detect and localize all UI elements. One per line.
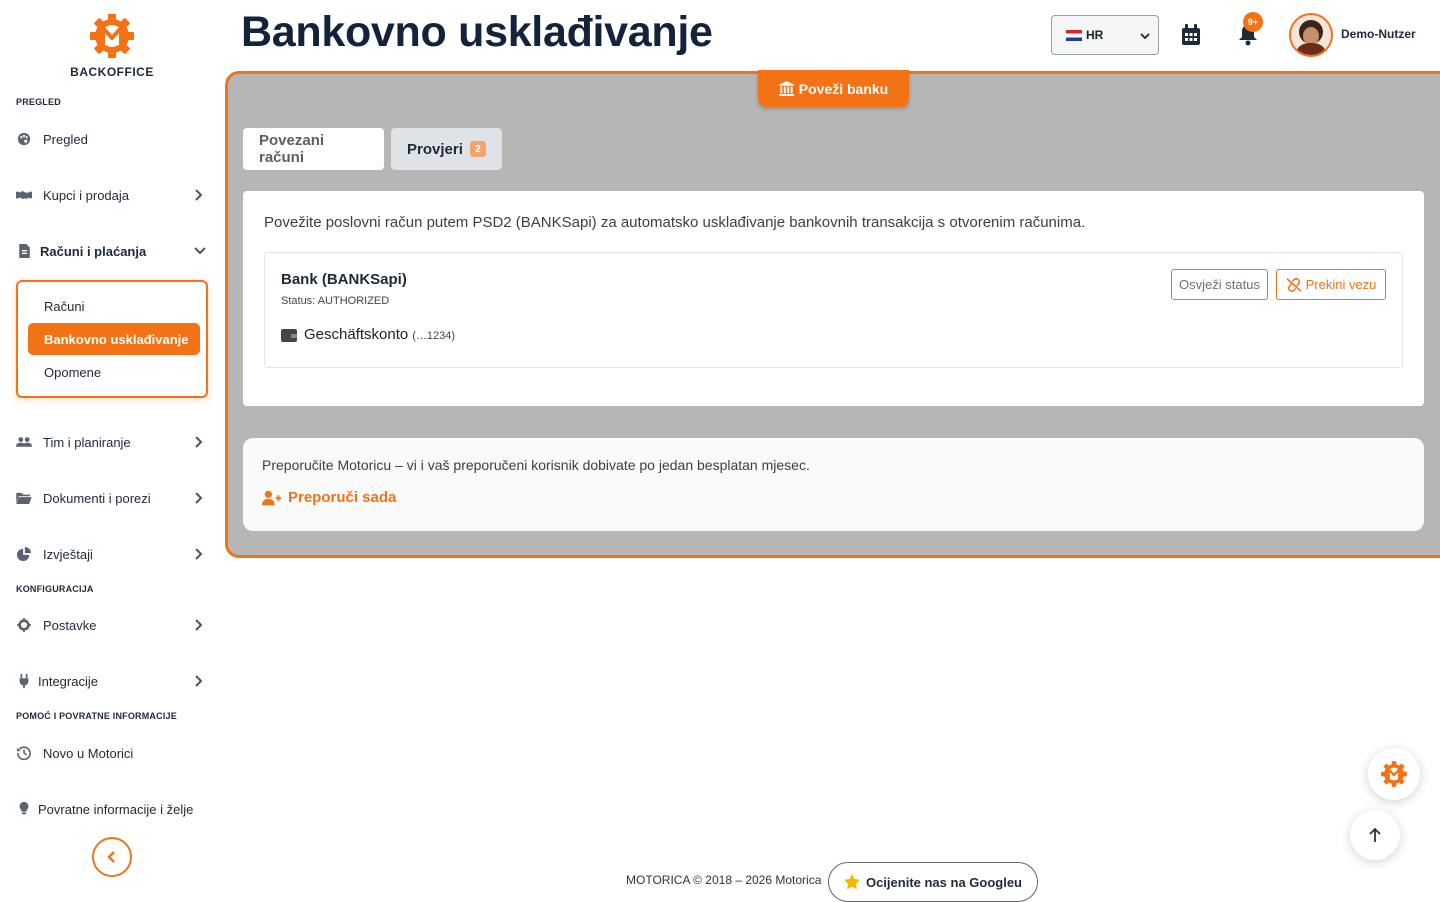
sidebar-item-documents[interactable]: Dokumenti i porezi: [16, 483, 208, 513]
sidebar: BACKOFFICE PREGLED Pregled Kupci i proda…: [0, 0, 224, 900]
chevron-right-icon: [194, 188, 204, 202]
referral-card: Preporučite Motoricu – vi i vaš preporuč…: [243, 438, 1424, 531]
submenu-item-bank-reconciliation[interactable]: Bankovno usklađivanje: [28, 323, 200, 355]
sidebar-item-label: Novo u Motorici: [43, 745, 134, 761]
sidebar-item-feedback[interactable]: Povratne informacije i želje: [16, 794, 208, 824]
chevron-down-icon: [194, 244, 206, 258]
palette-icon: [16, 131, 32, 147]
account-number: (…1234): [412, 329, 456, 342]
chevron-right-icon: [194, 491, 204, 505]
tab-label: Provjeri: [407, 140, 463, 158]
refer-now-link[interactable]: Preporuči sada: [262, 489, 396, 506]
sidebar-item-team[interactable]: Tim i planiranje: [16, 427, 208, 457]
sidebar-item-overview[interactable]: Pregled: [16, 124, 208, 154]
invoices-submenu: Računi Bankovno usklađivanje Opomene: [16, 280, 208, 398]
section-title-config: KONFIGURACIJA: [16, 584, 94, 594]
sidebar-item-label: Računi i plaćanja: [40, 243, 147, 259]
submenu-item-invoices[interactable]: Računi: [28, 290, 200, 322]
chart-pie-icon: [16, 546, 32, 562]
sidebar-item-sales[interactable]: Kupci i prodaja: [16, 180, 208, 210]
sidebar-item-label: Kupci i prodaja: [43, 187, 129, 203]
chevron-down-icon: [1140, 29, 1150, 43]
star-icon: [843, 874, 860, 890]
language-value: HR: [1086, 28, 1104, 42]
refresh-status-button[interactable]: Osvježi status: [1171, 269, 1268, 300]
sidebar-item-invoices[interactable]: Računi i plaćanja: [16, 236, 208, 266]
tab-checks[interactable]: Provjeri 2: [391, 128, 502, 170]
unlink-icon: [1286, 277, 1302, 292]
tab-connected-accounts[interactable]: Povezani računi: [243, 128, 384, 170]
bank-name: Bank (BANKSapi): [281, 271, 407, 288]
connect-bank-label: Poveži banku: [798, 80, 889, 97]
invoice-icon: [16, 243, 32, 259]
disconnect-label: Prekini vezu: [1305, 277, 1377, 292]
sidebar-item-label: Postavke: [43, 617, 97, 633]
gear-icon: [16, 617, 32, 633]
sidebar-item-reports[interactable]: Izvještaji: [16, 539, 208, 569]
chevron-right-icon: [194, 674, 204, 688]
bank-description: Povežite poslovni račun putem PSD2 (BANK…: [264, 214, 1086, 231]
wallet-icon: [281, 328, 297, 342]
croatia-flag-icon: [1066, 29, 1082, 41]
rate-on-google-button[interactable]: Ocijenite nas na Googleu: [828, 862, 1038, 902]
history-icon: [16, 745, 32, 761]
bank-icon: [778, 81, 794, 96]
refer-now-label: Preporuči sada: [288, 489, 397, 506]
section-title-overview: PREGLED: [16, 97, 61, 107]
sidebar-item-news[interactable]: Novo u Motorici: [16, 738, 208, 768]
section-title-help: POMOĆ I POVRATNE INFORMACIJE: [16, 711, 177, 721]
chevron-right-icon: [194, 547, 204, 561]
connect-bank-button[interactable]: Poveži banku: [758, 70, 909, 107]
sidebar-item-label: Pregled: [43, 131, 88, 147]
users-icon: [16, 434, 32, 450]
notification-badge: 9+: [1243, 12, 1263, 32]
motorica-logo-icon[interactable]: [88, 12, 136, 60]
brand-name: BACKOFFICE: [70, 65, 154, 79]
disconnect-button[interactable]: Prekini vezu: [1276, 269, 1386, 300]
submenu-item-reminders[interactable]: Opomene: [28, 356, 200, 388]
bank-status: Status: AUTHORIZED: [281, 295, 390, 307]
sidebar-item-integrations[interactable]: Integracije: [16, 666, 208, 696]
bank-connection-card: Povežite poslovni račun putem PSD2 (BANK…: [243, 191, 1424, 406]
language-select[interactable]: HR: [1051, 15, 1159, 55]
sidebar-item-label: Integracije: [38, 673, 98, 689]
support-chat-button[interactable]: [1368, 748, 1420, 800]
calendar-icon[interactable]: [1181, 24, 1203, 46]
page-title: Bankovno usklađivanje: [241, 8, 713, 56]
lightbulb-icon: [16, 801, 32, 817]
collapse-sidebar-button[interactable]: [92, 837, 132, 877]
referral-text: Preporučite Motoricu – vi i vaš preporuč…: [262, 457, 810, 473]
sidebar-item-label: Tim i planiranje: [43, 434, 131, 450]
account-name: Geschäftskonto: [304, 326, 409, 343]
handshake-icon: [16, 187, 32, 203]
bank-account: Geschäftskonto (…1234): [281, 326, 455, 343]
scroll-to-top-button[interactable]: [1350, 810, 1400, 860]
bank-entry: Bank (BANKSapi) Status: AUTHORIZED Gesch…: [264, 252, 1403, 368]
folder-icon: [16, 490, 32, 506]
sidebar-item-label: Izvještaji: [43, 546, 93, 562]
sidebar-item-label: Povratne informacije i želje: [38, 801, 194, 817]
chevron-right-icon: [194, 435, 204, 449]
user-name[interactable]: Demo-Nutzer: [1341, 27, 1416, 41]
rate-label: Ocijenite nas na Googleu: [865, 874, 1023, 890]
sidebar-item-label: Dokumenti i porezi: [43, 490, 151, 506]
footer-copyright: MOTORICA © 2018 – 2026 Motorica: [626, 873, 822, 887]
plug-icon: [16, 673, 32, 689]
sidebar-item-settings[interactable]: Postavke: [16, 610, 208, 640]
avatar[interactable]: [1289, 13, 1333, 57]
user-plus-icon: [262, 490, 282, 505]
motorica-logo-icon: [1381, 761, 1407, 787]
arrow-up-icon: [1369, 827, 1381, 842]
tab-count-badge: 2: [469, 141, 486, 157]
chevron-left-icon: [107, 851, 115, 863]
tab-label: Povezani računi: [259, 132, 325, 166]
chevron-right-icon: [194, 618, 204, 632]
